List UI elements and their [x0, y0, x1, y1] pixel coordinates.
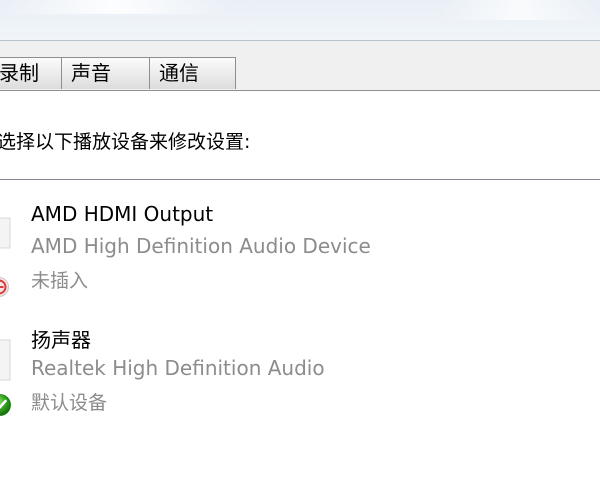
tab-sounds[interactable]: 声音	[61, 57, 150, 89]
sound-dialog: 录制 声音 通信 选择以下播放设备来修改设置: AMD HDMI Output …	[0, 0, 600, 500]
list-item-amd-hdmi-output[interactable]: AMD HDMI Output AMD High Definition Audi…	[0, 198, 600, 303]
list-item-speakers[interactable]: 扬声器 Realtek High Definition Audio 默认设备	[0, 320, 600, 425]
instruction-text: 选择以下播放设备来修改设置:	[0, 131, 251, 153]
device-name: AMD HDMI Output	[31, 202, 214, 226]
device-description: Realtek High Definition Audio	[31, 356, 325, 380]
speaker-icon	[0, 334, 24, 394]
device-status: 未插入	[31, 270, 89, 292]
tab-recording[interactable]: 录制	[0, 57, 62, 89]
device-description: AMD High Definition Audio Device	[31, 234, 371, 258]
device-name: 扬声器	[31, 328, 91, 352]
title-bar-glow	[0, 0, 230, 14]
device-status: 默认设备	[31, 392, 108, 414]
title-bar	[0, 0, 600, 40]
tab-communications[interactable]: 通信	[149, 57, 236, 89]
default-check-green-icon	[0, 393, 12, 417]
monitor-speaker-icon	[0, 212, 24, 272]
title-bar-glow	[440, 0, 600, 20]
unplugged-red-icon	[0, 276, 10, 298]
